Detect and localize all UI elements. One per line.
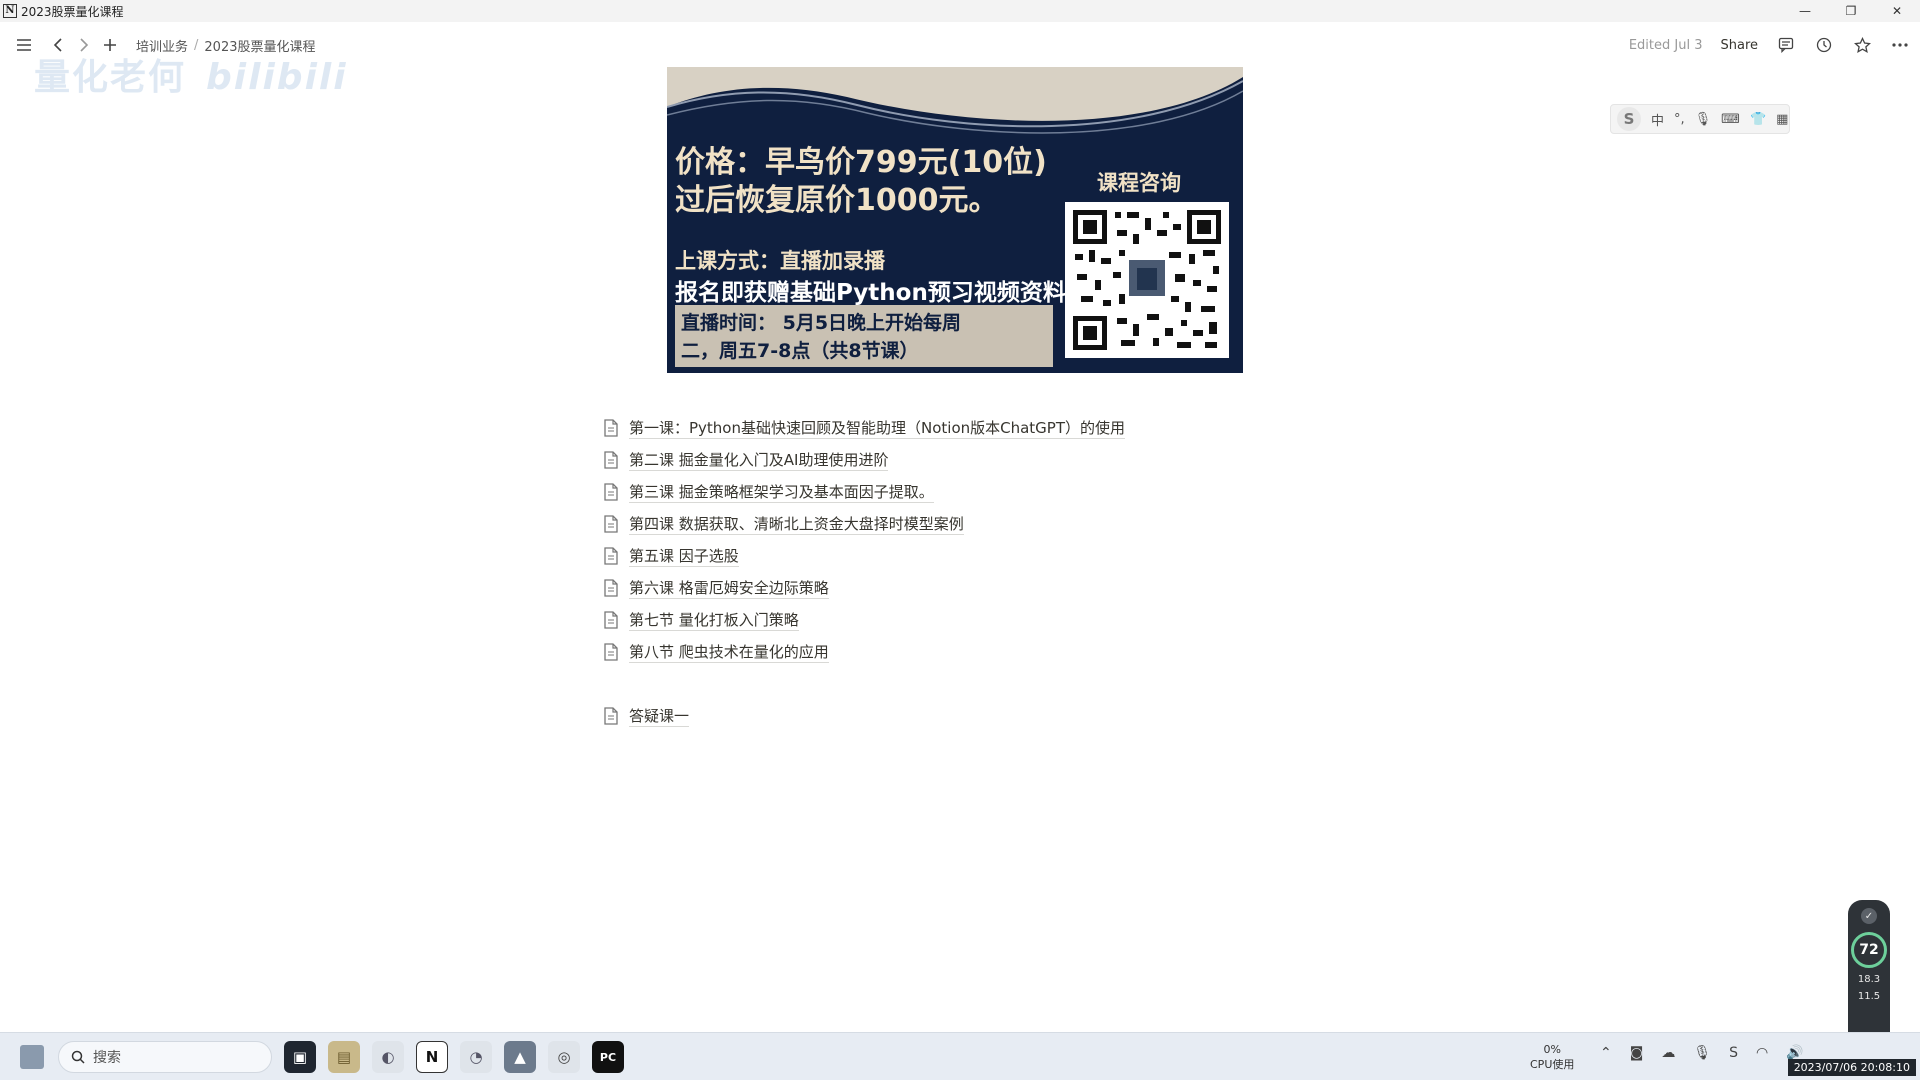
page-document-icon (604, 419, 618, 437)
video-watermark: 量化老何 bilibili (34, 48, 348, 100)
page-link-lesson-3[interactable]: 第三课 掘金策略框架学习及基本面因子提取。 (603, 476, 1125, 508)
banner-live-time-box: 直播时间： 5月5日晚上开始每周 二，周五7-8点（共8节课） (675, 305, 1053, 367)
page-link-lesson-8[interactable]: 第八节 爬虫技术在量化的应用 (603, 636, 1125, 668)
page-link-label[interactable]: 第六课 格雷厄姆安全边际策略 (629, 578, 829, 599)
page-document-icon (604, 515, 618, 533)
banner-gift-text: 报名即获赠基础Python预习视频资料。 (675, 280, 1089, 306)
search-placeholder: 搜索 (93, 1050, 121, 1066)
page-link-label[interactable]: 第一课：Python基础快速回顾及智能助理（Notion版本ChatGPT）的使… (629, 418, 1126, 439)
banner-live-time-line2: 二，周五7-8点（共8节课） (681, 340, 919, 362)
sogou-logo-icon: S (1617, 107, 1641, 131)
page-document-icon (604, 707, 618, 725)
page-link-lesson-2[interactable]: 第二课 掘金量化入门及AI助理使用进阶 (603, 444, 1125, 476)
page-document-icon (604, 643, 618, 661)
page-link-lesson-4[interactable]: 第四课 数据获取、清晰北上资金大盘择时模型案例 (603, 508, 1125, 540)
photos-icon[interactable]: ▲ (504, 1041, 536, 1073)
taskbar-apps: ▣ ▤ ◐ N ◔ ▲ ◎ PC (284, 1041, 624, 1073)
upload-speed-value: 18.3 (1857, 974, 1881, 985)
ime-toolbar[interactable]: S 中 °, 🎙 ⌨ 👕 ▦ (1610, 104, 1790, 134)
watermark-author: 量化老何 (34, 57, 187, 98)
cpu-usage-percent: 0% (1543, 1043, 1561, 1056)
empty-block[interactable] (603, 668, 1125, 700)
windows-taskbar: 搜索 ▣ ▤ ◐ N ◔ ▲ ◎ PC 0% CPU使用 ⌃ ◙ ☁ 🎙 S ◠… (0, 1032, 1920, 1080)
banner-class-method: 上课方式：直播加录播 (675, 249, 885, 273)
page-link-qa-1[interactable]: 答疑课一 (603, 700, 1125, 732)
banner-wave-decoration (667, 67, 1243, 134)
ime-tray-icon[interactable]: S (1729, 1045, 1738, 1061)
wechat-icon[interactable]: ◔ (460, 1041, 492, 1073)
close-button[interactable]: ✕ (1874, 0, 1920, 22)
taskbar-search-box[interactable]: 搜索 (58, 1041, 272, 1073)
share-button[interactable]: Share (1720, 38, 1758, 53)
page-document-icon (604, 579, 618, 597)
page-link-label[interactable]: 第二课 掘金量化入门及AI助理使用进阶 (629, 450, 889, 471)
skin-shirt-icon[interactable]: 👕 (1750, 112, 1766, 127)
notion-app-taskbar-icon[interactable]: N (416, 1041, 448, 1073)
performance-monitor-widget[interactable]: ✓ 72 18.3 11.5 (1848, 900, 1890, 1048)
banner-live-time-line1: 直播时间： 5月5日晚上开始每周 (681, 312, 962, 334)
microphone-icon[interactable]: 🎙 (1693, 1045, 1711, 1061)
chevron-up-icon[interactable]: ⌃ (1600, 1045, 1612, 1061)
search-icon (71, 1050, 85, 1064)
browser-icon[interactable]: ◐ (372, 1041, 404, 1073)
page-document-icon (604, 547, 618, 565)
cpu-usage-indicator[interactable]: 0% CPU使用 (1530, 1042, 1574, 1072)
start-button[interactable] (20, 1045, 44, 1069)
page-link-lesson-1[interactable]: 第一课：Python基础快速回顾及智能助理（Notion版本ChatGPT）的使… (603, 412, 1126, 444)
window-titlebar: N 2023股票量化课程 — ❐ ✕ (0, 0, 1920, 22)
pycharm-icon[interactable]: PC (592, 1041, 624, 1073)
microphone-icon[interactable]: 🎙 (1695, 112, 1712, 127)
download-speed-value: 11.5 (1857, 991, 1881, 1002)
restore-button[interactable]: ❐ (1828, 0, 1874, 22)
page-link-label[interactable]: 第七节 量化打板入门策略 (629, 610, 799, 631)
banner-consult-title: 课程咨询 (1097, 171, 1181, 195)
wifi-icon[interactable]: ◠ (1756, 1045, 1768, 1061)
window-title: 2023股票量化课程 (21, 4, 124, 19)
check-icon: ✓ (1861, 908, 1877, 924)
ime-punctuation-label[interactable]: °, (1674, 112, 1685, 127)
topbar-actions: Edited Jul 3 Share (1629, 22, 1910, 68)
page-link-lesson-5[interactable]: 第五课 因子选股 (603, 540, 1125, 572)
minimize-button[interactable]: — (1782, 0, 1828, 22)
history-clock-icon[interactable] (1814, 35, 1834, 55)
keyboard-icon[interactable]: ⌨ (1721, 112, 1740, 127)
watermark-bilibili: bilibili (206, 57, 348, 98)
window-controls: — ❐ ✕ (1782, 0, 1920, 22)
favorite-star-icon[interactable] (1852, 35, 1872, 55)
page-link-lesson-7[interactable]: 第七节 量化打板入门策略 (603, 604, 1125, 636)
subpage-list: 第一课：Python基础快速回顾及智能助理（Notion版本ChatGPT）的使… (603, 412, 1126, 732)
ime-mode-label[interactable]: 中 (1651, 110, 1664, 129)
qr-code-pattern (1073, 210, 1221, 350)
notion-app-icon: N (3, 4, 17, 18)
taskbar-clock[interactable]: 2023/07/06 20:08:10 (1787, 1059, 1916, 1076)
page-document-icon (604, 611, 618, 629)
cpu-usage-label: CPU使用 (1530, 1058, 1575, 1071)
edited-timestamp: Edited Jul 3 (1628, 37, 1703, 53)
tray-app-icon[interactable]: ◙ (1630, 1045, 1644, 1061)
sidebar-menu-icon[interactable] (12, 33, 36, 57)
page-link-lesson-6[interactable]: 第六课 格雷厄姆安全边际策略 (603, 572, 1125, 604)
toolbox-grid-icon[interactable]: ▦ (1776, 112, 1788, 127)
page-link-label[interactable]: 第四课 数据获取、清晰北上资金大盘择时模型案例 (629, 514, 964, 535)
more-options-icon[interactable] (1890, 35, 1910, 55)
task-view-icon[interactable]: ▣ (284, 1041, 316, 1073)
tray-cloud-icon[interactable]: ☁ (1661, 1045, 1675, 1061)
chrome-icon[interactable]: ◎ (548, 1041, 580, 1073)
page-document-icon (604, 451, 618, 469)
system-tray: ⌃ ◙ ☁ 🎙 S ◠ 🔊 (1600, 1045, 1804, 1061)
comment-icon[interactable] (1776, 35, 1796, 55)
page-link-label[interactable]: 答疑课一 (629, 706, 690, 727)
banner-price-after-line: 过后恢复原价1000元。 (675, 183, 999, 218)
page-link-label[interactable]: 第五课 因子选股 (629, 546, 739, 567)
page-link-label[interactable]: 第三课 掘金策略框架学习及基本面因子提取。 (629, 482, 934, 503)
page-document-icon (604, 483, 618, 501)
page-link-label[interactable]: 第八节 爬虫技术在量化的应用 (629, 642, 829, 663)
course-banner-image: 价格：早鸟价799元(10位) 过后恢复原价1000元。 上课方式：直播加录播 … (667, 67, 1243, 373)
qr-code-image (1065, 202, 1229, 358)
performance-score: 72 (1851, 932, 1887, 968)
file-explorer-icon[interactable]: ▤ (328, 1041, 360, 1073)
